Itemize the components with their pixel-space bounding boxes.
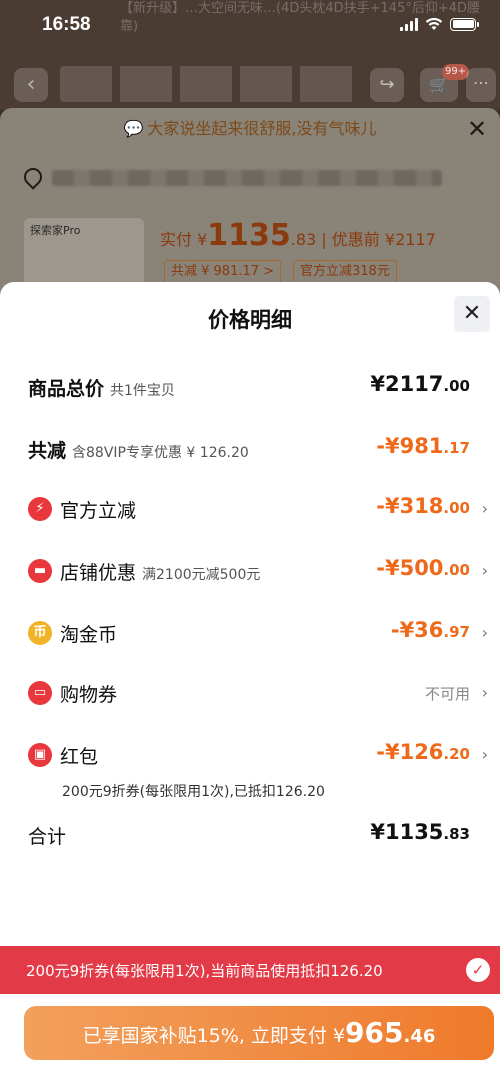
lightning-icon: ⚡	[28, 497, 52, 521]
location-pin-icon	[20, 164, 46, 190]
row-label: 购物券	[60, 684, 118, 706]
status-bar: 16:58	[0, 0, 500, 50]
row-store-discount[interactable]: ▬ 店铺优惠 满2100元减500元 -¥500.00 ›	[0, 552, 500, 592]
row-label-text: 商品总价	[28, 378, 105, 400]
order-summary-sheet: 💬 大家说坐起来很舒服,没有气味儿 ✕ 探索家Pro 实付 ¥1135.83 | …	[0, 108, 500, 308]
back-icon: ‹	[14, 68, 48, 102]
voucher-icon: ▭	[28, 681, 52, 705]
amount-dec: .00	[443, 377, 470, 395]
row-sub: 共1件宝贝	[110, 383, 175, 399]
row-official-reduce[interactable]: ⚡ 官方立减 -¥318.00 ›	[0, 490, 500, 530]
row-label-text: 共减	[28, 440, 67, 462]
red-packet-icon: ▣	[28, 743, 52, 767]
chevron-right-icon: ›	[481, 623, 488, 642]
row-label: 红包	[60, 746, 99, 768]
row-sub: 满2100元减500元	[142, 567, 261, 583]
row-grand-total: 合计 ¥1135.83	[0, 816, 500, 856]
row-amount: -¥500.00	[376, 556, 470, 580]
address-blurred	[52, 170, 442, 186]
row-label: 淘金币	[60, 624, 118, 646]
coupon-text: 200元9折券(每张限用1次),当前商品使用抵扣126.20	[26, 962, 383, 980]
pay-amount-int: 965	[345, 1016, 404, 1049]
row-amount: -¥981.17	[376, 434, 470, 458]
status-icons	[400, 17, 479, 31]
row-shopping-voucher[interactable]: ▭ 购物券 不可用 ›	[0, 674, 500, 714]
tag-official-reduce: 官方立减318元	[293, 260, 397, 284]
amount-int: ¥1135	[370, 820, 444, 844]
more-icon: ⋯	[466, 68, 496, 102]
amount-int: ¥2117	[370, 372, 444, 396]
close-icon[interactable]: ✕	[462, 114, 492, 144]
amount-dec: .83	[443, 825, 470, 843]
review-tip: 💬 大家说坐起来很舒服,没有气味儿	[0, 108, 500, 150]
status-time: 16:58	[42, 14, 91, 35]
chevron-right-icon: ›	[481, 745, 488, 764]
pay-amount-dec: .46	[403, 1026, 436, 1047]
coupon-bar[interactable]: 200元9折券(每张限用1次),当前商品使用抵扣126.20 ✓	[0, 946, 500, 994]
row-amount: ¥1135.83	[370, 820, 470, 844]
real-price-dec: .83	[290, 230, 317, 249]
row-sub: 含88VIP专享优惠 ¥ 126.20	[72, 445, 249, 461]
background-thumbnails	[60, 66, 360, 102]
chat-icon: 💬	[123, 119, 144, 138]
row-label: 合计	[28, 826, 67, 848]
pay-button-prefix: 已享国家补贴15%, 立即支付 ¥	[82, 1025, 346, 1047]
real-price-prefix: 实付 ¥	[160, 230, 208, 249]
amount-dec: .00	[443, 561, 470, 579]
row-label-text: 店铺优惠	[60, 562, 137, 584]
row-amount: -¥36.97	[391, 618, 470, 642]
amount-int: -¥36	[390, 618, 444, 642]
real-price: 实付 ¥1135.83 | 优惠前 ¥2117	[160, 218, 436, 253]
row-amount: -¥126.20	[376, 740, 470, 764]
row-amount: -¥318.00	[376, 494, 470, 518]
product-thumbnail-label: 探索家Pro	[30, 224, 81, 237]
tag-total-reduce[interactable]: 共减 ¥ 981.17 >	[164, 260, 282, 284]
amount-int: -¥126	[376, 740, 444, 764]
row-label: 官方立减	[60, 500, 137, 522]
chevron-right-icon: ›	[481, 683, 488, 702]
row-total-reduce: 共减 含88VIP专享优惠 ¥ 126.20 -¥981.17	[0, 430, 500, 470]
pay-button[interactable]: 已享国家补贴15%, 立即支付 ¥965.46	[24, 1006, 494, 1060]
row-amount: ¥2117.00	[370, 372, 470, 396]
review-tip-text: 大家说坐起来很舒服,没有气味儿	[147, 119, 377, 138]
amount-int: -¥500	[376, 556, 444, 580]
checkmark-icon[interactable]: ✓	[466, 958, 490, 982]
amount-dec: .97	[443, 623, 470, 641]
row-label: 店铺优惠 满2100元减500元	[60, 558, 260, 585]
row-label: 商品总价 共1件宝贝	[28, 374, 175, 401]
sheet-title: 价格明细	[208, 308, 292, 332]
amount-int: -¥981	[376, 434, 444, 458]
chevron-right-icon: ›	[481, 561, 488, 580]
real-price-int: 1135	[207, 218, 291, 253]
row-amount: 不可用	[424, 685, 470, 703]
wifi-icon	[425, 17, 443, 30]
amount-dec: .00	[443, 499, 470, 517]
before-discount: | 优惠前 ¥2117	[321, 230, 436, 249]
amount-int: -¥318	[376, 494, 444, 518]
amount-dec: .17	[443, 439, 470, 457]
share-icon: ↪	[370, 68, 404, 102]
store-icon: ▬	[28, 559, 52, 583]
red-packet-note: 200元9折券(每张限用1次),已抵扣126.20	[62, 784, 325, 800]
signal-icon	[400, 17, 418, 31]
coin-icon: 币	[28, 621, 52, 645]
row-red-packet[interactable]: ▣ 红包 -¥126.20 ›	[0, 736, 500, 776]
chevron-right-icon: ›	[481, 499, 488, 518]
row-taojinbi[interactable]: 币 淘金币 -¥36.97 ›	[0, 614, 500, 654]
close-button[interactable]: ✕	[454, 296, 490, 332]
row-total-price: 商品总价 共1件宝贝 ¥2117.00	[0, 368, 500, 408]
amount-dec: .20	[443, 745, 470, 763]
battery-icon	[450, 17, 479, 31]
row-label: 共减 含88VIP专享优惠 ¥ 126.20	[28, 436, 249, 463]
